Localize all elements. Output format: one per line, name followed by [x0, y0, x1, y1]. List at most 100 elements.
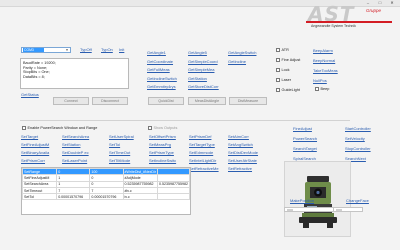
table-cell[interactable]: 0.00001570796 [56, 193, 91, 201]
power-search-checkbox[interactable]: Enable PowerSearch Window and Range [22, 126, 97, 130]
mode-checkbox-label: Fine Adjust [281, 58, 301, 62]
set-link[interactable]: SetFineAdjustM [21, 142, 49, 147]
set-link[interactable]: SetLaserPoint [62, 158, 87, 163]
connect-button[interactable]: Connect [53, 97, 89, 105]
mode-checkbox-box[interactable] [276, 88, 280, 92]
set-link[interactable]: SetTarget [21, 134, 38, 139]
mode-checkbox[interactable]: Lock [276, 68, 290, 72]
status-textbox[interactable]: BaudRate = 19200; Parity = None; StopBit… [20, 58, 129, 89]
control-link[interactable]: FineAdjust [293, 126, 312, 131]
set-link[interactable]: SetTargetType [189, 142, 215, 147]
meas-dist-angle-button[interactable]: MeasDistAngle [188, 97, 226, 105]
set-link[interactable]: SetDoubleP ec [62, 150, 89, 155]
set-link[interactable]: SetStation [62, 142, 80, 147]
make-position-link[interactable]: MakePosition [290, 198, 314, 203]
set-link[interactable]: SetAtmCorr [228, 134, 249, 139]
init-link[interactable]: Init [119, 47, 124, 52]
set-link[interactable]: SetTiltMode [109, 158, 130, 163]
mode-checkbox[interactable]: Fine Adjust [276, 58, 300, 62]
port-select[interactable]: COM3 ▾ [21, 47, 71, 53]
mode-checkbox-label: GuideLight [281, 88, 300, 92]
logo-red-bar [306, 21, 392, 23]
change-face-slider[interactable] [333, 207, 363, 212]
power-search-label: Enable PowerSearch Window and Range [27, 126, 98, 130]
table-row[interactable]: SetTol 0.00001570796 0.00001570796 iv.c [21, 193, 190, 201]
main-window: – □ ✕ AST Gruppe Angewandte System Techn… [0, 0, 400, 250]
section-divider [20, 120, 350, 121]
set-link[interactable]: SetAngSwitch [228, 142, 253, 147]
logo-group: Gruppe [366, 8, 382, 13]
parameter-table[interactable]: SetRange 0 100 #WriteDist_#NexDir SetFineAdj… [21, 167, 191, 215]
mode-checkbox-label: ATR [281, 48, 289, 52]
get-link[interactable]: GetFullMeas [147, 67, 170, 72]
chevron-down-icon[interactable]: ▾ [64, 48, 70, 52]
get-link[interactable]: GetAngle5 [188, 50, 207, 55]
beep-link[interactable]: TakeTooMeas [313, 68, 338, 73]
control-link[interactable]: SetVelocity [345, 136, 365, 141]
disconnect-button[interactable]: Disconnect [92, 97, 128, 105]
get-link[interactable]: GetCoordinate [147, 59, 173, 64]
change-face-link[interactable]: ChangeFace [346, 198, 369, 203]
set-link[interactable]: SetTol [109, 142, 120, 147]
control-link[interactable]: PowerSearch [293, 136, 317, 141]
set-link[interactable]: SetPrismCorr [21, 158, 45, 163]
get-link[interactable]: GetStoreDistCorr [188, 84, 219, 89]
get-status-link[interactable]: GetStatus [21, 92, 39, 97]
set-link[interactable]: SetIntelLightDir [189, 158, 216, 163]
mode-checkbox[interactable]: GuideLight [276, 88, 300, 92]
table-cell[interactable]: 0.00001570796 [89, 193, 124, 201]
set-link[interactable]: SetPrismType [149, 150, 174, 155]
dist-measure-button[interactable]: DistMeasure [229, 97, 267, 105]
power-search-checkbox-box[interactable] [22, 126, 26, 130]
logo-tagline: Angewandte System Technik [311, 24, 356, 28]
get-link[interactable]: GetIncline [228, 59, 246, 64]
beep-checkbox-box[interactable] [315, 87, 319, 91]
table-cell[interactable] [157, 193, 190, 201]
set-link[interactable]: SetUserAtrState [228, 158, 257, 163]
set-link[interactable]: SetInclineSwitc [149, 158, 176, 163]
control-link[interactable]: StartController [345, 126, 371, 131]
set-link[interactable]: SetRefractiveMe [189, 166, 219, 171]
ast-logo: AST Gruppe Angewandte System Technik [300, 2, 396, 32]
beep-link[interactable]: BeepNormal [313, 58, 335, 63]
beep-link[interactable]: NullPos [313, 78, 327, 83]
beep-checkbox[interactable]: Beep [315, 87, 329, 91]
mode-checkbox[interactable]: Laser [276, 78, 291, 82]
control-link[interactable]: SearchTarget [293, 146, 317, 151]
table-cell[interactable]: SetTol [21, 193, 58, 201]
mode-checkbox-box[interactable] [276, 68, 280, 72]
get-link[interactable]: GetSimpleCoord [188, 59, 218, 64]
get-link[interactable]: GetInclineSwitch [147, 76, 177, 81]
show-outputs-checkbox-box[interactable] [148, 126, 152, 130]
get-link[interactable]: GetAngleSwitch [228, 50, 256, 55]
control-link[interactable]: StopController [345, 146, 371, 151]
change-face-thumb[interactable] [336, 208, 342, 212]
get-link[interactable]: GetSimpleMea [188, 67, 214, 72]
mode-checkbox-label: Laser [281, 78, 292, 82]
show-outputs-label: Show Outputs [153, 126, 178, 130]
beep-link[interactable]: BeepAlarm [313, 48, 333, 53]
mode-checkbox-box[interactable] [276, 58, 280, 62]
set-link[interactable]: SetOffsetPrism [149, 134, 176, 139]
table-cell[interactable]: iv.c [122, 193, 158, 201]
set-link[interactable]: SetMeasPrg [149, 142, 171, 147]
show-outputs-checkbox[interactable]: Show Outputs [148, 126, 177, 130]
set-link[interactable]: SetPrismDef [189, 134, 211, 139]
mode-checkbox[interactable]: ATR [276, 48, 289, 52]
set-link[interactable]: SetRefractive [228, 166, 252, 171]
set-link[interactable]: SetTimeOut [109, 150, 130, 155]
mode-checkbox-box[interactable] [276, 78, 280, 82]
get-link[interactable]: GetEmmitry4rys [147, 84, 176, 89]
type-off-link[interactable]: TypOff [80, 47, 92, 52]
get-link[interactable]: GetStation [188, 76, 207, 81]
mode-checkbox-box[interactable] [276, 48, 280, 52]
make-position-thumb[interactable] [287, 208, 293, 212]
set-link[interactable]: SetSearchArea [62, 134, 89, 139]
set-link[interactable]: SetBinaryAvaila [21, 150, 49, 155]
set-link[interactable]: SetUserSpiral [109, 134, 134, 139]
set-link[interactable]: SetEdmmode [189, 150, 213, 155]
set-link[interactable]: SetDistDevMode [228, 150, 258, 155]
get-link[interactable]: GetAngle1 [147, 50, 166, 55]
type-on-link[interactable]: TypOn [101, 47, 113, 52]
quick-dist-button[interactable]: QuickDist [148, 97, 184, 105]
